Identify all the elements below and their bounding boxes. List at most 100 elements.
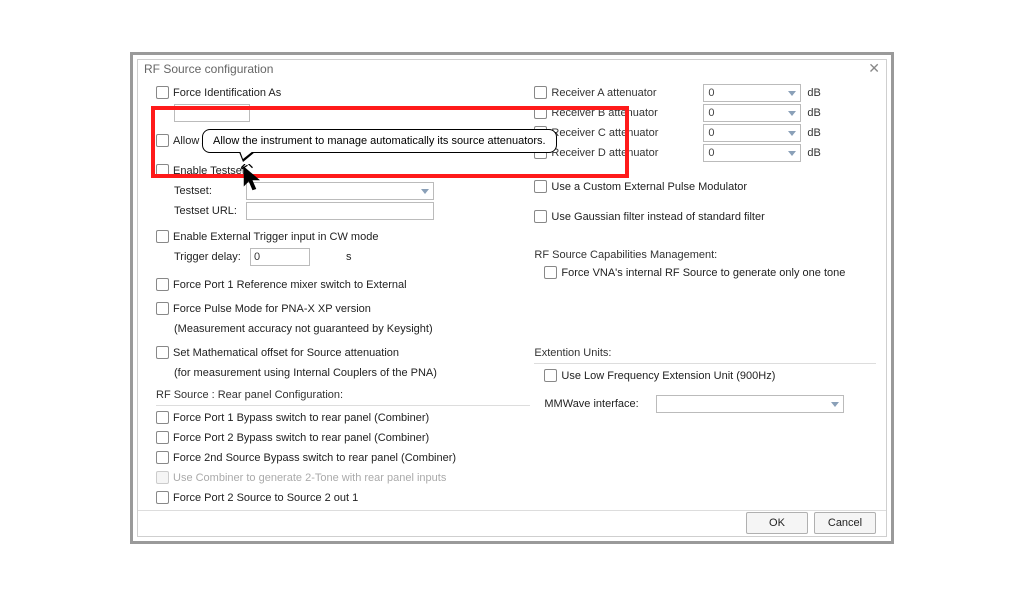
rear-panel-divider: [156, 405, 530, 406]
trigger-delay-label: Trigger delay:: [174, 251, 250, 263]
enable-testset-row: Enable Testset: [156, 161, 530, 181]
force-pulse-note: (Measurement accuracy not guaranteed by …: [174, 323, 433, 335]
rp-opt3-label: Force 2nd Source Bypass switch to rear p…: [173, 452, 456, 464]
rp-opt1-checkbox[interactable]: [156, 411, 169, 424]
force-id-label: Force Identification As: [173, 87, 281, 99]
rear-panel-title: RF Source : Rear panel Configuration:: [156, 389, 530, 401]
testset-url-input[interactable]: [246, 202, 434, 220]
attn-d-row: Receiver D attenuator 0 dB: [534, 143, 876, 163]
attn-b-combo[interactable]: 0: [703, 104, 801, 122]
trigger-delay-row: Trigger delay: s: [156, 247, 530, 267]
rp-opt1-label: Force Port 1 Bypass switch to rear panel…: [173, 412, 429, 424]
attn-d-label: Receiver D attenuator: [551, 147, 703, 159]
attn-a-label: Receiver A attenuator: [551, 87, 703, 99]
attn-a-unit: dB: [807, 87, 820, 99]
caps-opt-label: Force VNA's internal RF Source to genera…: [561, 267, 845, 279]
caps-opt-row: Force VNA's internal RF Source to genera…: [544, 263, 876, 283]
attn-c-label: Receiver C attenuator: [551, 127, 703, 139]
attn-b-checkbox[interactable]: [534, 106, 547, 119]
rp-opt4-label: Use Combiner to generate 2-Tone with rea…: [173, 472, 446, 484]
testset-row: Testset:: [156, 181, 530, 201]
force-pulse-label: Force Pulse Mode for PNA-X XP version: [173, 303, 371, 315]
attn-a-value: 0: [708, 87, 714, 99]
enable-testset-checkbox[interactable]: [156, 164, 169, 177]
attn-c-value: 0: [708, 127, 714, 139]
mmw-label: MMWave interface:: [544, 398, 652, 410]
ext-lowfreq-row: Use Low Frequency Extension Unit (900Hz): [544, 366, 876, 386]
ext-lowfreq-label: Use Low Frequency Extension Unit (900Hz): [561, 370, 775, 382]
enable-testset-label: Enable Testset: [173, 165, 245, 177]
custom-pulse-row: Use a Custom External Pulse Modulator: [534, 177, 876, 197]
attn-c-row: Receiver C attenuator 0 dB: [534, 123, 876, 143]
caps-opt-checkbox[interactable]: [544, 266, 557, 279]
ext-trigger-checkbox[interactable]: [156, 230, 169, 243]
allow-autorange-checkbox[interactable]: [156, 134, 169, 147]
cancel-button[interactable]: Cancel: [814, 512, 876, 534]
force-pulse-checkbox[interactable]: [156, 302, 169, 315]
force-port1-ref-checkbox[interactable]: [156, 278, 169, 291]
ext-divider: [534, 363, 876, 364]
force-id-input[interactable]: [174, 104, 250, 122]
testset-url-label: Testset URL:: [174, 205, 242, 217]
dialog-content: Allow the instrument to manage automatic…: [138, 79, 886, 510]
rp-opt5-label: Force Port 2 Source to Source 2 out 1: [173, 492, 358, 504]
ext-lowfreq-checkbox[interactable]: [544, 369, 557, 382]
force-pulse-row: Force Pulse Mode for PNA-X XP version: [156, 299, 530, 319]
attn-a-combo[interactable]: 0: [703, 84, 801, 102]
rp-opt1-row: Force Port 1 Bypass switch to rear panel…: [156, 408, 530, 428]
force-pulse-note-row: (Measurement accuracy not guaranteed by …: [156, 319, 530, 339]
force-id-checkbox[interactable]: [156, 86, 169, 99]
gaussian-checkbox[interactable]: [534, 210, 547, 223]
custom-pulse-label: Use a Custom External Pulse Modulator: [551, 181, 747, 193]
right-column: Receiver A attenuator 0 dB Receiver B at…: [530, 83, 876, 508]
tooltip-balloon: Allow the instrument to manage automatic…: [202, 129, 557, 153]
titlebar: RF Source configuration ✕: [138, 60, 886, 79]
rp-opt3-row: Force 2nd Source Bypass switch to rear p…: [156, 448, 530, 468]
caps-title: RF Source Capabilities Management:: [534, 249, 876, 261]
ok-button[interactable]: OK: [746, 512, 808, 534]
math-offset-checkbox[interactable]: [156, 346, 169, 359]
attn-d-unit: dB: [807, 147, 820, 159]
ext-trigger-label: Enable External Trigger input in CW mode: [173, 231, 378, 243]
dialog-footer: OK Cancel: [138, 510, 886, 536]
rp-opt2-row: Force Port 2 Bypass switch to rear panel…: [156, 428, 530, 448]
window-title: RF Source configuration: [144, 62, 273, 76]
attn-c-unit: dB: [807, 127, 820, 139]
testset-label: Testset:: [174, 185, 242, 197]
testset-url-row: Testset URL:: [156, 201, 530, 221]
attn-a-checkbox[interactable]: [534, 86, 547, 99]
dialog: RF Source configuration ✕ Allow the inst…: [137, 59, 887, 537]
custom-pulse-checkbox[interactable]: [534, 180, 547, 193]
rp-opt4-row: Use Combiner to generate 2-Tone with rea…: [156, 468, 530, 488]
rp-opt5-row: Force Port 2 Source to Source 2 out 1: [156, 488, 530, 508]
attn-a-row: Receiver A attenuator 0 dB: [534, 83, 876, 103]
mmw-combo[interactable]: [656, 395, 844, 413]
ext-trigger-row: Enable External Trigger input in CW mode: [156, 227, 530, 247]
attn-d-value: 0: [708, 147, 714, 159]
math-offset-row: Set Mathematical offset for Source atten…: [156, 343, 530, 363]
rp-opt5-checkbox[interactable]: [156, 491, 169, 504]
attn-b-row: Receiver B attenuator 0 dB: [534, 103, 876, 123]
force-port1-ref-label: Force Port 1 Reference mixer switch to E…: [173, 279, 407, 291]
tooltip-text: Allow the instrument to manage automatic…: [213, 135, 546, 147]
attn-c-combo[interactable]: 0: [703, 124, 801, 142]
close-icon[interactable]: ✕: [868, 60, 880, 77]
rp-opt2-checkbox[interactable]: [156, 431, 169, 444]
math-offset-note-row: (for measurement using Internal Couplers…: [156, 363, 530, 383]
testset-combo[interactable]: [246, 182, 434, 200]
attn-d-combo[interactable]: 0: [703, 144, 801, 162]
rp-opt2-label: Force Port 2 Bypass switch to rear panel…: [173, 432, 429, 444]
attn-b-label: Receiver B attenuator: [551, 107, 703, 119]
math-offset-label: Set Mathematical offset for Source atten…: [173, 347, 399, 359]
rp-opt3-checkbox[interactable]: [156, 451, 169, 464]
trigger-delay-input[interactable]: [250, 248, 310, 266]
rp-opt4-checkbox: [156, 471, 169, 484]
force-port1-ref-row: Force Port 1 Reference mixer switch to E…: [156, 275, 530, 295]
attn-b-unit: dB: [807, 107, 820, 119]
trigger-delay-unit: s: [346, 251, 352, 263]
mmw-row: MMWave interface:: [544, 394, 876, 414]
math-offset-note: (for measurement using Internal Couplers…: [174, 367, 437, 379]
gaussian-label: Use Gaussian filter instead of standard …: [551, 211, 764, 223]
force-id-input-row: [156, 103, 530, 123]
outer-frame: RF Source configuration ✕ Allow the inst…: [130, 52, 894, 544]
